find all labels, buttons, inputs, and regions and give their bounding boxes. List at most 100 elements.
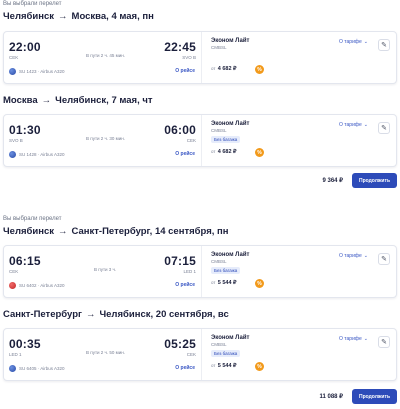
departure-airport: CEK — [9, 55, 19, 60]
flight-duration: В пути 3 ч. — [94, 267, 117, 272]
fare-code: CMBSL — [211, 45, 227, 50]
flight-number: SU 1423 · Airbus A320 — [19, 69, 65, 74]
departure-airport: CEK — [9, 269, 19, 274]
route-origin: Санкт-Петербург — [3, 309, 82, 320]
fare-panel: Эконом Лайт CMBSL Без багажа от 5 544 ₽ … — [203, 246, 396, 297]
arrival-time: 07:15 — [164, 254, 196, 268]
route-origin: Челябинск — [3, 226, 55, 237]
route-destination: Москва — [71, 11, 107, 22]
arrow-right-icon: → — [85, 309, 96, 320]
route-origin: Челябинск — [3, 11, 55, 22]
total-price: 9 364 ₽ — [322, 178, 344, 184]
fare-name: Эконом Лайт — [211, 252, 250, 258]
edit-button[interactable]: ✎ — [378, 253, 390, 265]
price-amount: 5 544 ₽ — [217, 280, 237, 286]
flight-number: SU 1428 · Airbus A320 — [19, 152, 65, 157]
arrival-airport: CEK — [186, 352, 196, 357]
tariff-info-dropdown[interactable]: О тарифе ⌄ — [339, 336, 368, 342]
arrival-airport: CEK — [186, 138, 196, 143]
fare-price: от 4 682 ₽ — [211, 66, 237, 72]
tariff-info-dropdown[interactable]: О тарифе ⌄ — [339, 39, 368, 45]
tariff-label: О тарифе — [339, 336, 362, 342]
departure-airport: SVO B — [9, 138, 23, 143]
pencil-icon: ✎ — [381, 339, 387, 346]
price-amount: 4 682 ₽ — [217, 66, 237, 72]
route-title: Челябинск → Санкт-Петербург, 14 сентября, … — [3, 226, 229, 237]
route-destination: Челябинск — [99, 309, 151, 320]
route-date: 4 мая, пн — [111, 11, 154, 22]
airline-logo-icon — [9, 151, 16, 158]
flight-card[interactable]: 01:30 06:00 SVO B CEK В пути 2 ч. 30 мин… — [3, 114, 397, 167]
fare-panel: Эконом Лайт CMBSL от 4 682 ₽ % О тарифе ⌄… — [203, 32, 396, 83]
flight-schedule: 06:15 07:15 CEK LED 1 В пути 3 ч. SU 640… — [4, 246, 202, 297]
baggage-badge: Без багажа — [211, 267, 241, 274]
price-prefix: от — [211, 280, 216, 285]
tariff-info-dropdown[interactable]: О тарифе ⌄ — [339, 253, 368, 259]
fare-panel: Эконом Лайт CMBSL Без багажа от 5 544 ₽ … — [203, 329, 396, 380]
flight-number: SU 6405 · Airbus A320 — [19, 366, 65, 371]
arrival-time: 22:45 — [164, 40, 196, 54]
about-flight-link[interactable]: О рейсе — [175, 282, 195, 288]
route-destination: Челябинск — [55, 95, 107, 106]
flight-number: SU 6402 · Airbus A320 — [19, 283, 65, 288]
chevron-down-icon: ⌄ — [363, 122, 368, 128]
route-date: 7 мая, чт — [111, 95, 153, 106]
price-prefix: от — [211, 363, 216, 368]
flight-card[interactable]: 22:00 22:45 CEK SVO B В пути 2 ч. 45 мин… — [3, 31, 397, 84]
arrow-right-icon: → — [58, 11, 68, 22]
airline-logo-icon — [9, 68, 16, 75]
departure-time: 22:00 — [9, 40, 41, 54]
arrival-airport: LED 1 — [183, 269, 196, 274]
pencil-icon: ✎ — [381, 125, 387, 132]
arrival-airport: SVO B — [182, 55, 196, 60]
about-flight-link[interactable]: О рейсе — [175, 365, 195, 371]
price-amount: 4 682 ₽ — [217, 149, 237, 155]
departure-time: 00:35 — [9, 337, 41, 351]
price-prefix: от — [211, 66, 216, 71]
arrow-right-icon: → — [58, 226, 68, 237]
flight-duration: В пути 2 ч. 50 мин. — [86, 350, 125, 355]
selected-flight-caption: Вы выбрали перелет — [3, 216, 62, 222]
fare-price: от 4 682 ₽ — [211, 149, 237, 155]
discount-badge-icon: % — [255, 148, 264, 157]
chevron-down-icon: ⌄ — [363, 39, 368, 45]
tariff-label: О тарифе — [339, 253, 362, 259]
about-flight-link[interactable]: О рейсе — [175, 68, 195, 74]
edit-button[interactable]: ✎ — [378, 39, 390, 51]
continue-button[interactable]: Продолжить — [352, 173, 397, 188]
flight-card[interactable]: 06:15 07:15 CEK LED 1 В пути 3 ч. SU 640… — [3, 245, 397, 298]
about-flight-link[interactable]: О рейсе — [175, 151, 195, 157]
flight-schedule: 00:35 05:25 LED 1 CEK В пути 2 ч. 50 мин… — [4, 329, 202, 380]
route-date: 20 сентября, вс — [155, 309, 229, 320]
route-title: Санкт-Петербург → Челябинск, 20 сентября, … — [3, 309, 229, 320]
flight-duration: В пути 2 ч. 30 мин. — [86, 136, 125, 141]
tariff-info-dropdown[interactable]: О тарифе ⌄ — [339, 122, 368, 128]
route-origin: Москва — [3, 95, 38, 106]
arrival-time: 06:00 — [164, 123, 196, 137]
departure-time: 06:15 — [9, 254, 41, 268]
route-destination: Санкт-Петербург — [71, 226, 150, 237]
continue-button[interactable]: Продолжить — [352, 389, 397, 404]
fare-name: Эконом Лайт — [211, 38, 250, 44]
route-date: 14 сентября, пн — [154, 226, 229, 237]
flight-card[interactable]: 00:35 05:25 LED 1 CEK В пути 2 ч. 50 мин… — [3, 328, 397, 381]
fare-code: CMBSL — [211, 259, 227, 264]
arrival-time: 05:25 — [164, 337, 196, 351]
fare-code: CMBSL — [211, 342, 227, 347]
edit-button[interactable]: ✎ — [378, 122, 390, 134]
fare-panel: Эконом Лайт CMBSL Без багажа от 4 682 ₽ … — [203, 115, 396, 166]
price-amount: 5 544 ₽ — [217, 363, 237, 369]
chevron-down-icon: ⌄ — [363, 336, 368, 342]
airline-logo-icon — [9, 365, 16, 372]
discount-badge-icon: % — [255, 279, 264, 288]
tariff-label: О тарифе — [339, 39, 362, 45]
route-title: Челябинск → Москва, 4 мая, пн — [3, 11, 154, 22]
route-title: Москва → Челябинск, 7 мая, чт — [3, 95, 153, 106]
edit-button[interactable]: ✎ — [378, 336, 390, 348]
price-prefix: от — [211, 149, 216, 154]
flight-schedule: 01:30 06:00 SVO B CEK В пути 2 ч. 30 мин… — [4, 115, 202, 166]
fare-price: от 5 544 ₽ — [211, 280, 237, 286]
fare-price: от 5 544 ₽ — [211, 363, 237, 369]
chevron-down-icon: ⌄ — [363, 253, 368, 259]
discount-badge-icon: % — [255, 65, 264, 74]
